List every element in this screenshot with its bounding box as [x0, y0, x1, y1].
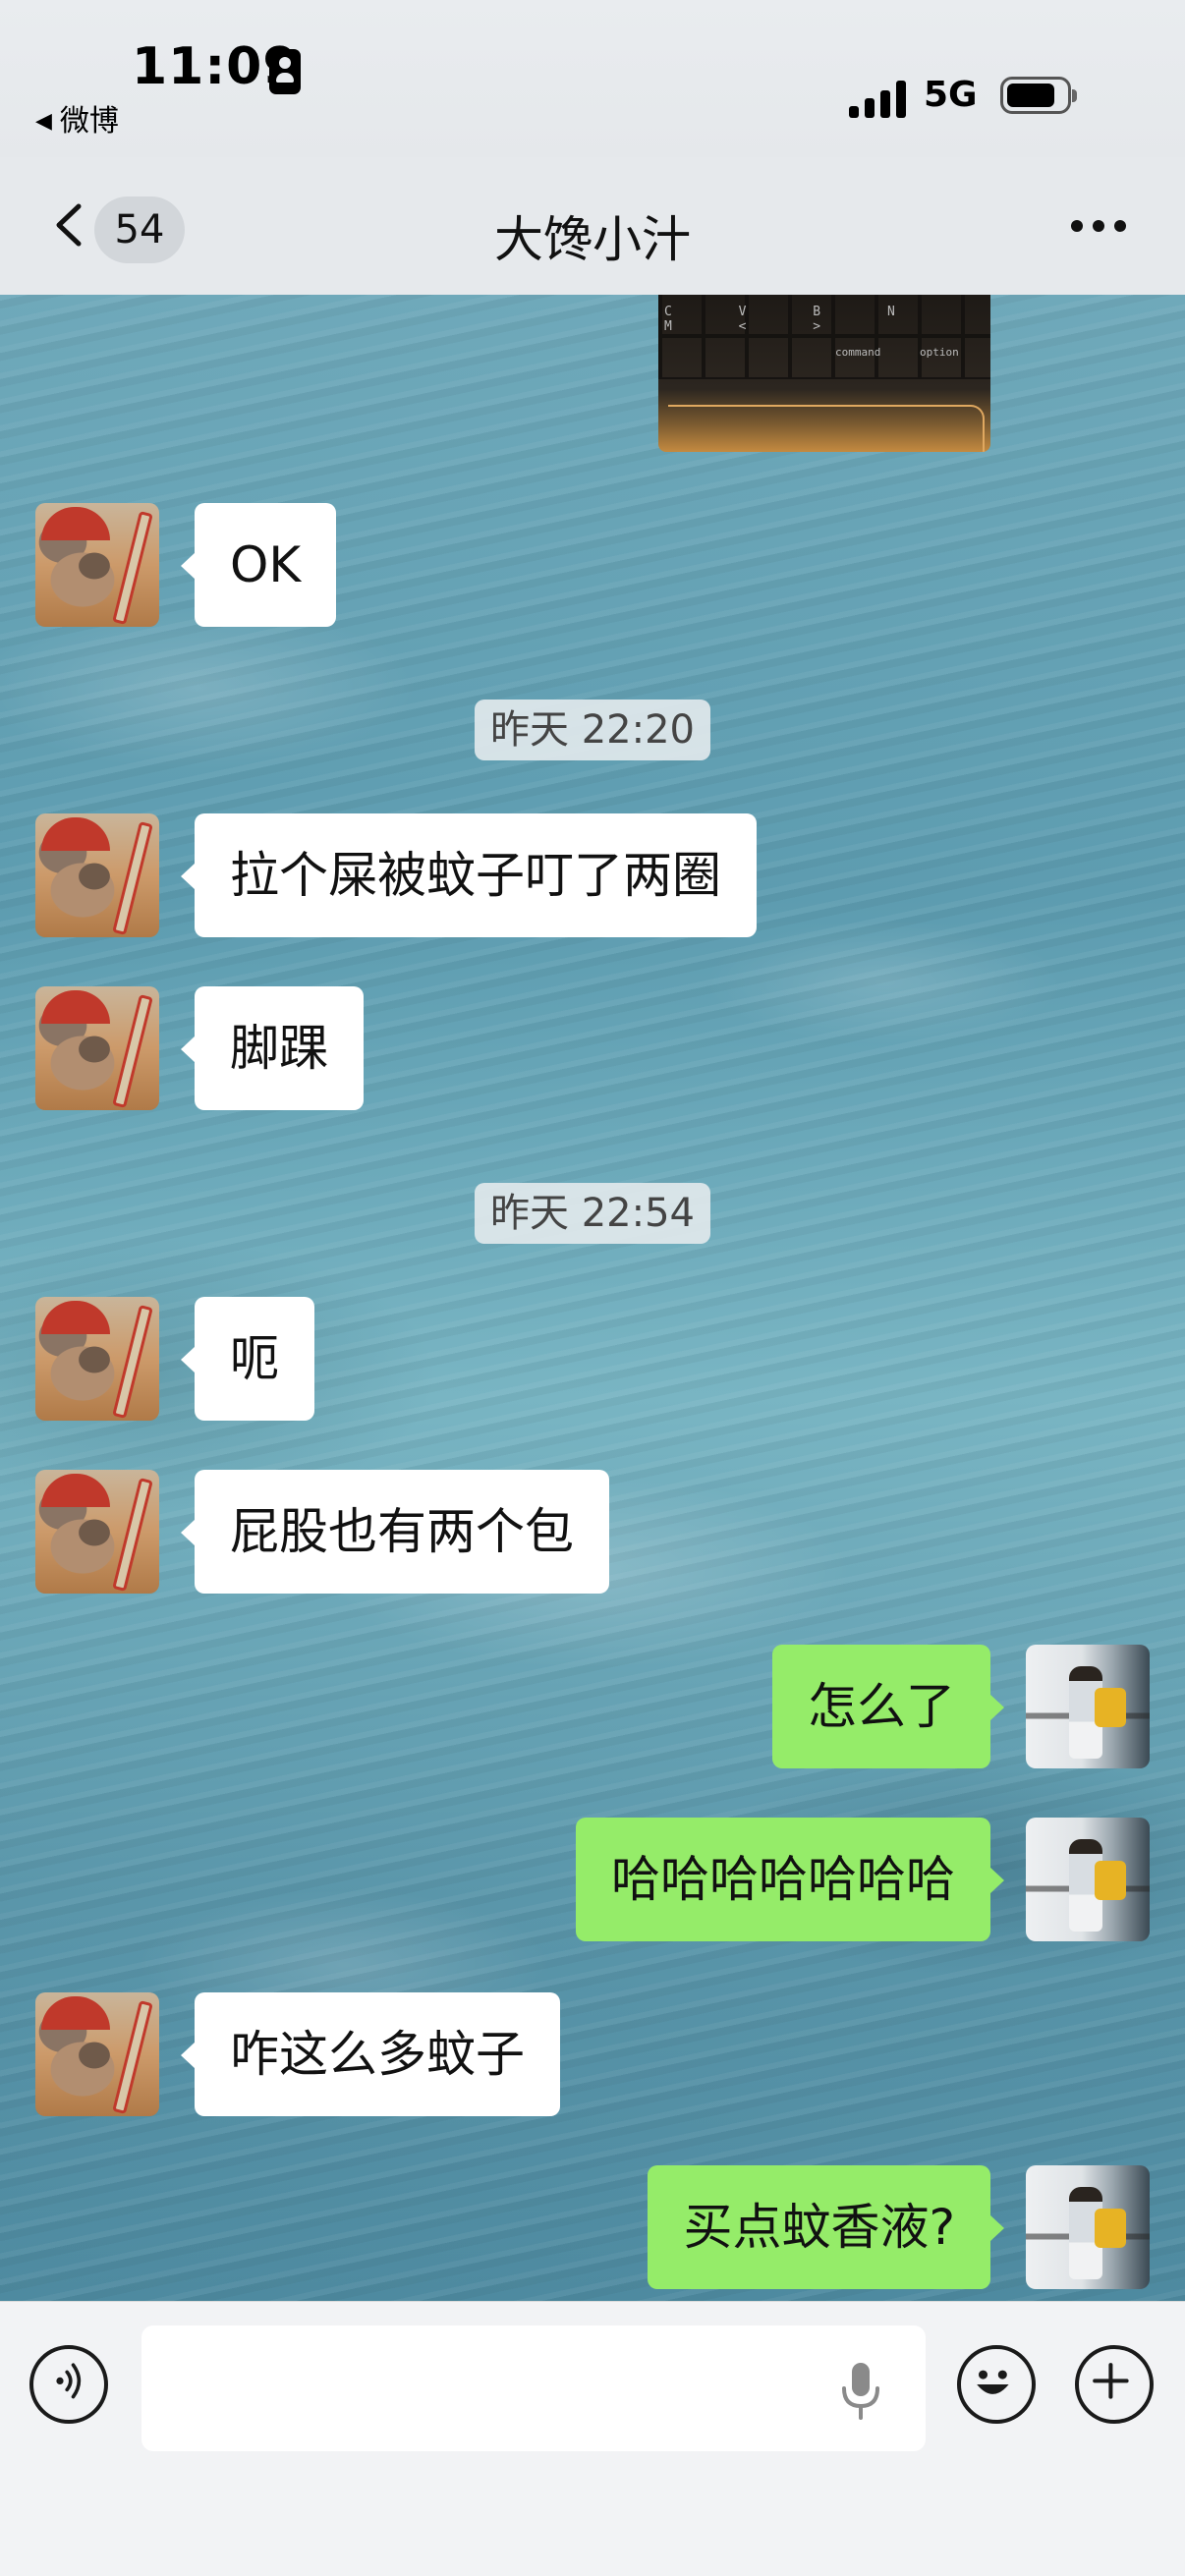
battery-icon: [1000, 77, 1077, 114]
plus-icon: [1093, 2363, 1129, 2399]
timestamp-label: 昨天 22:20: [475, 700, 710, 760]
message-bubble-received[interactable]: 脚踝: [181, 986, 364, 1110]
image-message[interactable]: C V B N M < > command option: [658, 295, 990, 452]
message-list[interactable]: C V B N M < > command option OK 昨天 22:20…: [0, 295, 1185, 2301]
chat-title: 大馋小汁: [494, 211, 691, 268]
contact-avatar[interactable]: [35, 1470, 159, 1594]
voice-input-button[interactable]: [29, 2345, 108, 2424]
back-app-label: 微博: [59, 104, 119, 139]
message-timestamp: 昨天 22:54: [0, 1183, 1185, 1244]
my-avatar[interactable]: [1026, 1818, 1150, 1941]
message-bubble-received[interactable]: 咋这么多蚊子: [181, 1992, 560, 2116]
message-bubble-sent[interactable]: 怎么了: [772, 1645, 1004, 1768]
emoji-button[interactable]: [957, 2345, 1036, 2424]
message-timestamp: 昨天 22:20: [0, 700, 1185, 760]
status-bar: 11:09 ◀ 微博 5G: [0, 0, 1185, 157]
contact-card-icon: [269, 49, 301, 94]
voice-icon: [56, 2363, 82, 2399]
more-icon[interactable]: [1071, 218, 1130, 234]
back-triangle-icon: ◀: [35, 109, 52, 134]
input-bar: [0, 2301, 1185, 2576]
message-bubble-received[interactable]: OK: [180, 503, 337, 627]
message-input[interactable]: [141, 2325, 926, 2451]
emoji-icon: [977, 2370, 1009, 2394]
back-to-app-link[interactable]: ◀ 微博: [35, 96, 119, 140]
microphone-icon[interactable]: [837, 2361, 884, 2420]
more-actions-button[interactable]: [1075, 2345, 1154, 2424]
message-bubble-received[interactable]: 屁股也有两个包: [181, 1470, 609, 1594]
my-avatar[interactable]: [1026, 1645, 1150, 1768]
keycap-text: C V B N M < >: [664, 305, 925, 334]
message-bubble-sent[interactable]: 哈哈哈哈哈哈哈: [576, 1818, 1004, 1941]
message-bubble-received[interactable]: 呃: [181, 1297, 314, 1421]
contact-avatar[interactable]: [35, 1992, 159, 2116]
contact-avatar[interactable]: [35, 1297, 159, 1421]
signal-strength-icon: [849, 81, 908, 118]
contact-avatar[interactable]: [35, 986, 159, 1110]
message-bubble-received[interactable]: 拉个屎被蚊子叮了两圈: [181, 813, 757, 937]
trackpad: [668, 405, 985, 452]
chat-screen: 11:09 ◀ 微博 5G 54 大馋小汁 C V B N M < > comma: [0, 0, 1185, 2576]
contact-avatar[interactable]: [35, 813, 159, 937]
timestamp-label: 昨天 22:54: [475, 1183, 710, 1244]
contact-avatar[interactable]: [35, 503, 159, 627]
message-bubble-sent[interactable]: 买点蚊香液?: [648, 2165, 1004, 2289]
network-type: 5G: [924, 75, 978, 115]
keycap-label: command: [835, 346, 881, 359]
chat-header: 54 大馋小汁: [0, 157, 1185, 295]
keycap-label: option: [920, 346, 959, 359]
my-avatar[interactable]: [1026, 2165, 1150, 2289]
